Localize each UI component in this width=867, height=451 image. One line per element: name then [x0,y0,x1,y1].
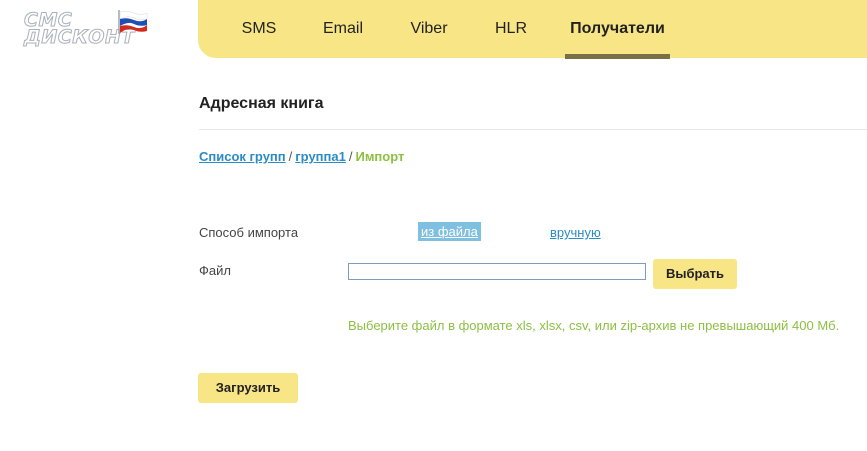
page-title: Адресная книга [199,95,324,112]
breadcrumb-current: Импорт [355,149,405,164]
nav-tab-sms[interactable]: SMS [241,0,277,58]
nav-tab-viber[interactable]: Viber [409,0,449,58]
nav-tab-hlr[interactable]: HLR [494,0,528,58]
choose-file-button[interactable]: Выбрать [653,259,737,289]
import-manual-option[interactable]: вручную [550,225,601,240]
import-from-file-option[interactable]: из файла [418,222,481,241]
upload-button[interactable]: Загрузить [198,373,298,403]
file-path-input[interactable] [348,263,646,280]
active-tab-indicator [565,54,670,59]
logo[interactable]: СМС ДИСКОНТ [24,10,154,52]
russian-flag-icon [118,10,148,34]
heading-divider [199,129,867,130]
breadcrumb: Список групп / группа1/Импорт [199,149,404,164]
breadcrumb-link-group1[interactable]: группа1 [295,149,346,164]
page-root: СМС ДИСКОНТ SMS Email Viber HLR Получате… [0,0,867,451]
breadcrumb-separator: / [288,149,293,164]
top-navigation: SMS Email Viber HLR Получатели [198,0,867,58]
file-format-hint: Выберите файл в формате xls, xlsx, csv, … [348,318,840,333]
nav-tab-email[interactable]: Email [322,0,364,58]
import-method-label: Способ импорта [199,225,299,240]
nav-tab-recipients[interactable]: Получатели [565,0,670,58]
file-label: Файл [199,263,231,278]
breadcrumb-link-groups[interactable]: Список групп [199,149,286,164]
